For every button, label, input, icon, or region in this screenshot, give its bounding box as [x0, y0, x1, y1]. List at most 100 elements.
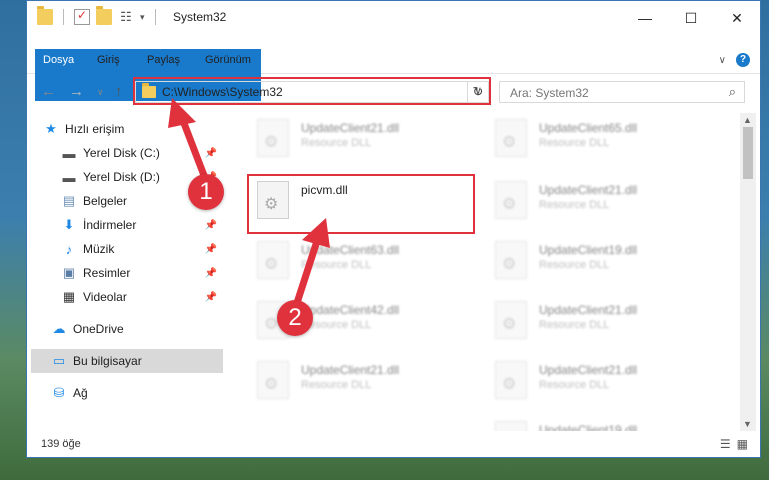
maximize-button[interactable]: ☐	[668, 1, 714, 35]
item-count: 139 öğe	[41, 438, 81, 450]
view-options-icon[interactable]: ☷	[118, 9, 134, 25]
dll-file-icon	[495, 241, 527, 279]
chevron-down-icon[interactable]: ∨	[719, 55, 726, 66]
nav-item-quick-access[interactable]: ★ Hızlı erişim	[43, 117, 223, 141]
recent-chevron-icon[interactable]: ∨	[97, 87, 104, 98]
drive-icon: ▬	[62, 145, 76, 161]
properties-icon[interactable]	[74, 8, 90, 25]
nav-item-label: Yerel Disk (D:)	[83, 170, 160, 184]
network-icon: ⛁	[53, 385, 65, 400]
file-name: UpdateClient21.dll	[539, 183, 638, 197]
scroll-down-icon[interactable]: ▼	[743, 419, 752, 429]
nav-item-network[interactable]: ⛁ Ağ	[51, 381, 223, 405]
nav-item-label: OneDrive	[73, 322, 124, 336]
scroll-up-icon[interactable]: ▲	[743, 115, 752, 125]
vertical-scrollbar[interactable]: ▲ ▼	[740, 113, 756, 431]
dll-file-icon	[495, 361, 527, 399]
dll-file-icon	[495, 301, 527, 339]
file-name: UpdateClient19.dll	[539, 423, 638, 431]
file-name: UpdateClient63.dll	[301, 243, 400, 257]
large-icons-view-icon[interactable]: ▦	[737, 437, 748, 451]
nav-item-label: Ağ	[73, 386, 88, 400]
tab-home[interactable]: Giriş	[89, 49, 128, 71]
nav-item-pictures[interactable]: ▣ Resimler 📌	[61, 261, 223, 285]
minimize-button[interactable]: —	[622, 1, 668, 35]
search-input[interactable]	[508, 85, 712, 101]
file-type: Resource DLL	[539, 319, 610, 331]
download-icon: ⬇	[63, 217, 75, 232]
file-name: UpdateClient21.dll	[301, 363, 400, 377]
nav-item-local-disk-c[interactable]: ▬ Yerel Disk (C:) 📌	[61, 141, 223, 165]
help-icon[interactable]: ?	[736, 53, 750, 67]
tab-view[interactable]: Görünüm	[197, 49, 259, 71]
separator	[63, 9, 64, 25]
file-type: Resource DLL	[539, 199, 610, 211]
file-item[interactable]: UpdateClient19.dll Resource DLL	[491, 415, 701, 431]
new-folder-icon[interactable]	[96, 6, 112, 25]
pin-icon[interactable]: 📌	[205, 220, 217, 231]
dll-file-icon	[257, 361, 289, 399]
nav-item-downloads[interactable]: ⬇ İndirmeler 📌	[61, 213, 223, 237]
nav-item-label: Bu bilgisayar	[73, 354, 142, 368]
search-icon[interactable]: ⌕	[729, 84, 736, 100]
view-toggle: ☰ ▦	[720, 437, 748, 451]
address-bar-highlight	[133, 77, 491, 105]
file-item[interactable]: UpdateClient19.dll Resource DLL	[491, 235, 701, 287]
quick-access-toolbar: ☷ ▾	[37, 6, 160, 25]
nav-item-label: Hızlı erişim	[65, 122, 125, 136]
file-name: UpdateClient42.dll	[301, 303, 400, 317]
title-bar: ☷ ▾ System32 — ☐ ✕	[27, 1, 760, 35]
nav-item-onedrive[interactable]: ☁ OneDrive	[51, 317, 223, 341]
up-arrow-icon[interactable]: ↑	[115, 83, 123, 100]
file-item[interactable]: UpdateClient63.dll Resource DLL	[253, 235, 463, 287]
window-title: System32	[173, 10, 227, 24]
pin-icon[interactable]: 📌	[205, 268, 217, 279]
details-view-icon[interactable]: ☰	[720, 437, 731, 451]
file-type: Resource DLL	[539, 259, 610, 271]
folder-icon[interactable]	[37, 6, 53, 25]
nav-item-label: Belgeler	[83, 194, 128, 208]
status-bar: 139 öğe ☰ ▦	[27, 433, 760, 457]
close-button[interactable]: ✕	[714, 1, 760, 35]
dll-file-icon	[257, 119, 289, 157]
tab-share[interactable]: Paylaş	[139, 49, 188, 71]
file-name: UpdateClient21.dll	[539, 363, 638, 377]
pin-icon[interactable]: 📌	[205, 292, 217, 303]
videos-icon: ▦	[62, 289, 76, 304]
file-name: UpdateClient65.dll	[539, 121, 638, 135]
chevron-down-icon[interactable]: ▾	[140, 9, 145, 25]
scrollbar-thumb[interactable]	[743, 127, 753, 179]
file-item[interactable]: UpdateClient21.dll Resource DLL	[491, 355, 701, 407]
forward-arrow-icon[interactable]: →	[69, 83, 84, 100]
file-item[interactable]: UpdateClient21.dll Resource DLL	[491, 295, 701, 347]
search-box[interactable]: ⌕	[499, 81, 745, 103]
file-item[interactable]: UpdateClient21.dll Resource DLL	[253, 113, 463, 165]
back-arrow-icon[interactable]: ←	[41, 83, 56, 100]
file-item[interactable]: UpdateClient21.dll Resource DLL	[253, 355, 463, 407]
file-item[interactable]: UpdateClient21.dll Resource DLL	[491, 175, 701, 227]
nav-item-label: İndirmeler	[83, 218, 137, 232]
documents-icon: ▤	[62, 193, 76, 208]
nav-item-label: Müzik	[83, 242, 115, 256]
separator	[154, 9, 156, 25]
pin-icon[interactable]: 📌	[205, 244, 217, 255]
nav-item-music[interactable]: ♪ Müzik 📌	[61, 237, 223, 261]
ribbon: Dosya Giriş Paylaş Görünüm ∨ ?	[27, 35, 760, 101]
nav-item-label: Yerel Disk (C:)	[83, 146, 160, 160]
pin-icon[interactable]: 📌	[205, 148, 217, 159]
file-name: UpdateClient21.dll	[539, 303, 638, 317]
file-type: Resource DLL	[539, 137, 610, 149]
star-icon: ★	[45, 121, 57, 136]
file-list: UpdateClient21.dll Resource DLL picvm.dl…	[225, 113, 743, 431]
file-item[interactable]: UpdateClient65.dll Resource DLL	[491, 113, 701, 165]
nav-item-this-pc[interactable]: ▭ Bu bilgisayar	[31, 349, 223, 373]
drive-icon: ▬	[62, 169, 76, 185]
pictures-icon: ▣	[62, 265, 76, 280]
nav-item-label: Resimler	[83, 266, 131, 280]
file-highlight	[247, 174, 475, 234]
navigation-pane: ★ Hızlı erişim ▬ Yerel Disk (C:) 📌 ▬ Yer…	[27, 113, 223, 431]
nav-item-videos[interactable]: ▦ Videolar 📌	[61, 285, 223, 309]
cloud-icon: ☁	[52, 321, 66, 336]
file-name: UpdateClient19.dll	[539, 243, 638, 257]
dll-file-icon	[495, 181, 527, 219]
